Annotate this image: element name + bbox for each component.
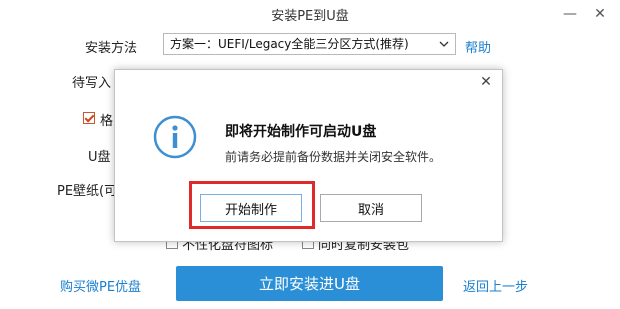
pe-wallpaper-label: PE壁纸(可 [57, 184, 118, 199]
window-title: 安装PE到U盘 [271, 8, 349, 24]
install-to-udisk-button[interactable]: 立即安装进U盘 [176, 266, 443, 301]
dialog-close-icon[interactable]: ✕ [478, 74, 494, 90]
install-method-label: 安装方法 [85, 41, 138, 56]
format-checkbox[interactable] [83, 112, 95, 124]
confirm-dialog: ✕ 即将开始制作可启动U盘 前请务必提前备份数据并关闭安全软件。 开始制作 取消 [114, 69, 503, 242]
format-label: 格 [100, 114, 114, 129]
help-link[interactable]: 帮助 [465, 37, 491, 56]
info-icon [153, 115, 197, 159]
back-link[interactable]: 返回上一步 [463, 276, 528, 295]
target-disk-label: 待写入 [72, 76, 112, 91]
highlight-box [189, 181, 315, 229]
install-method-value: 方案一：UEFI/Legacy全能三分区方式(推荐) [170, 37, 409, 51]
minimize-icon[interactable]: — [556, 0, 584, 28]
install-method-select[interactable]: 方案一：UEFI/Legacy全能三分区方式(推荐) [163, 33, 456, 55]
cancel-label: 取消 [357, 202, 384, 218]
dialog-title: 即将开始制作可启动U盘 [225, 124, 377, 140]
close-icon[interactable]: ✕ [586, 0, 614, 28]
buy-wepe-usb-link[interactable]: 购买微PE优盘 [60, 276, 141, 295]
pe-installer-window: 安装PE到U盘 — ✕ 安装方法 方案一：UEFI/Legacy全能三分区方式(… [0, 0, 620, 309]
title-bar: 安装PE到U盘 — ✕ [0, 0, 620, 28]
dialog-message: 前请务必提前备份数据并关闭安全软件。 [225, 150, 442, 164]
install-button-label: 立即安装进U盘 [259, 275, 360, 293]
cancel-button[interactable]: 取消 [320, 194, 422, 222]
chevron-down-icon [437, 34, 451, 54]
udisk-label: U盘 [88, 150, 111, 165]
